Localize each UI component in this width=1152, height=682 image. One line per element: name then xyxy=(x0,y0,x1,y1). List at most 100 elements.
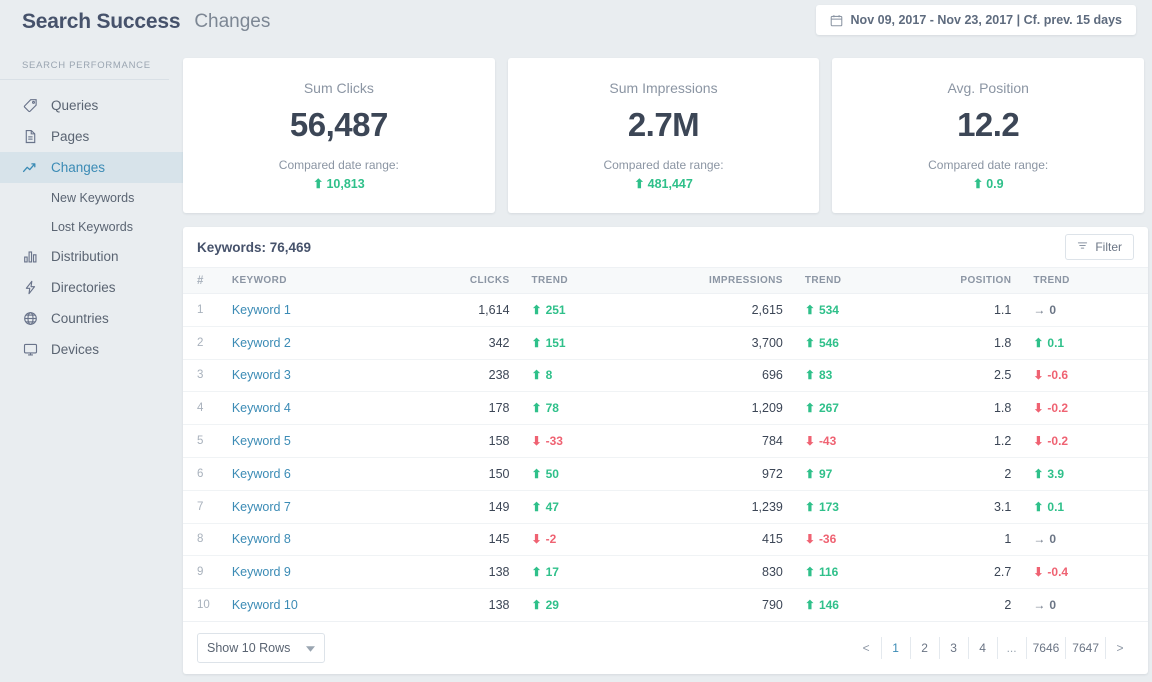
kpi-value: 12.2 xyxy=(957,106,1020,143)
trend-value: 173 xyxy=(818,499,839,514)
keyword-link[interactable]: Keyword 7 xyxy=(232,500,291,514)
rows-per-page-select[interactable]: Show 10 Rows xyxy=(197,632,325,663)
arrow-down-icon: ⬇ xyxy=(1033,565,1044,580)
table-body: 1 Keyword 1 1,614 ⬆ 251 2,615 ⬆ 534 1.1 → 0 2 Keywor… xyxy=(183,293,1148,622)
sidebar-item-queries[interactable]: Queries xyxy=(0,90,183,121)
keyword-link[interactable]: Keyword 8 xyxy=(232,532,291,546)
row-keyword[interactable]: Keyword 2 xyxy=(225,326,430,360)
column-header-position-trend[interactable]: TREND xyxy=(1017,267,1148,294)
row-position: 2 xyxy=(919,457,1018,491)
keyword-link[interactable]: Keyword 9 xyxy=(232,565,291,579)
filter-button[interactable]: Filter xyxy=(1065,234,1134,260)
keyword-link[interactable]: Keyword 4 xyxy=(232,401,291,415)
arrow-up-icon: ⬆ xyxy=(634,177,645,191)
row-keyword[interactable]: Keyword 9 xyxy=(225,555,430,590)
row-keyword[interactable]: Keyword 8 xyxy=(225,523,430,557)
sidebar-item-label: Changes xyxy=(51,160,106,175)
arrow-up-icon: ⬆ xyxy=(1033,466,1044,481)
row-clicks: 145 xyxy=(429,523,516,557)
pagination-next[interactable]: > xyxy=(1105,636,1134,659)
column-header-keyword[interactable]: KEYWORD xyxy=(225,267,430,294)
pagination-page-7646[interactable]: 7646 xyxy=(1025,636,1066,659)
keyword-link[interactable]: Keyword 3 xyxy=(232,368,291,382)
sidebar-item-changes[interactable]: Changes xyxy=(0,152,183,183)
pagination-ellipsis[interactable]: ... xyxy=(996,636,1026,659)
calendar-icon xyxy=(830,14,843,27)
row-impressions-trend: ⬆ 534 xyxy=(788,293,920,327)
table-row[interactable]: 4 Keyword 4 178 ⬆ 78 1,209 ⬆ 267 1.8 ⬇ -0.2 xyxy=(183,391,1148,426)
pagination-page-3[interactable]: 3 xyxy=(938,636,968,659)
sidebar-item-distribution[interactable]: Distribution xyxy=(0,241,183,272)
arrow-flat-icon: → xyxy=(1033,532,1046,547)
row-impressions: 1,209 xyxy=(646,391,789,426)
row-position-trend: ⬇ -0.2 xyxy=(1017,424,1148,458)
sidebar-item-pages[interactable]: Pages xyxy=(0,121,183,152)
keyword-link[interactable]: Keyword 10 xyxy=(232,598,298,612)
row-keyword[interactable]: Keyword 4 xyxy=(225,391,430,426)
row-keyword[interactable]: Keyword 1 xyxy=(225,293,430,327)
pagination-page-2[interactable]: 2 xyxy=(909,636,939,659)
sidebar-item-devices[interactable]: Devices xyxy=(0,334,183,365)
row-keyword[interactable]: Keyword 7 xyxy=(225,490,430,524)
keyword-link[interactable]: Keyword 2 xyxy=(232,336,291,350)
pagination-page-7647[interactable]: 7647 xyxy=(1065,636,1105,659)
trend-value: 78 xyxy=(545,401,559,416)
table-row[interactable]: 8 Keyword 8 145 ⬇ -2 415 ⬇ -36 1 → 0 xyxy=(183,523,1148,557)
sidebar-subitem-lost-keywords[interactable]: Lost Keywords xyxy=(0,212,183,241)
column-header-clicks[interactable]: CLICKS xyxy=(429,267,516,294)
trend-value: -2 xyxy=(545,532,557,547)
table-row[interactable]: 6 Keyword 6 150 ⬆ 50 972 ⬆ 97 2 ⬆ 3.9 xyxy=(183,457,1148,491)
column-header-impressions[interactable]: IMPRESSIONS xyxy=(646,267,789,294)
trend-value: 546 xyxy=(818,335,839,350)
column-header-impressions-trend[interactable]: TREND xyxy=(788,267,920,294)
sidebar-item-directories[interactable]: Directories xyxy=(0,272,183,303)
row-index: 10 xyxy=(183,588,226,622)
table-row[interactable]: 7 Keyword 7 149 ⬆ 47 1,239 ⬆ 173 3.1 ⬆ 0.1 xyxy=(183,490,1148,524)
keyword-link[interactable]: Keyword 5 xyxy=(232,434,291,448)
pagination-prev[interactable]: < xyxy=(852,637,881,659)
filter-icon xyxy=(1077,240,1088,254)
trend-value: -43 xyxy=(818,434,837,449)
pagination-page-1[interactable]: 1 xyxy=(880,636,910,659)
column-header-index[interactable]: # xyxy=(183,267,226,294)
row-impressions: 2,615 xyxy=(646,293,789,327)
arrow-up-icon: ⬆ xyxy=(804,401,815,416)
trend-value: -0.6 xyxy=(1047,368,1069,383)
table-row[interactable]: 5 Keyword 5 158 ⬇ -33 784 ⬇ -43 1.2 ⬇ -0.2 xyxy=(183,424,1148,458)
row-impressions: 696 xyxy=(646,359,789,393)
column-header-clicks-trend[interactable]: TREND xyxy=(515,267,647,294)
date-range-picker[interactable]: Nov 09, 2017 - Nov 23, 2017 | Cf. prev. … xyxy=(815,5,1136,35)
table-row[interactable]: 3 Keyword 3 238 ⬆ 8 696 ⬆ 83 2.5 ⬇ -0.6 xyxy=(183,359,1148,393)
keyword-link[interactable]: Keyword 1 xyxy=(232,303,291,317)
kpi-title: Sum Clicks xyxy=(303,80,374,96)
trend-value: 0 xyxy=(1049,598,1057,613)
table-row[interactable]: 10 Keyword 10 138 ⬆ 29 790 ⬆ 146 2 → 0 xyxy=(183,588,1148,622)
row-impressions: 1,239 xyxy=(646,490,789,524)
arrow-up-icon: ⬆ xyxy=(531,368,542,383)
row-keyword[interactable]: Keyword 5 xyxy=(225,424,430,458)
pagination-page-4[interactable]: 4 xyxy=(967,636,997,659)
sidebar-item-countries[interactable]: Countries xyxy=(0,303,183,334)
row-clicks: 1,614 xyxy=(429,293,516,327)
row-clicks: 150 xyxy=(429,457,516,491)
column-header-position[interactable]: POSITION xyxy=(919,267,1018,294)
row-keyword[interactable]: Keyword 6 xyxy=(225,457,430,491)
table-row[interactable]: 9 Keyword 9 138 ⬆ 17 830 ⬆ 116 2.7 ⬇ -0.4 xyxy=(183,555,1148,590)
trend-value: 47 xyxy=(545,499,559,514)
row-index: 1 xyxy=(183,293,226,327)
row-clicks: 138 xyxy=(429,555,516,590)
arrow-up-icon: ⬆ xyxy=(531,335,542,350)
row-keyword[interactable]: Keyword 3 xyxy=(225,359,430,393)
row-position: 1.8 xyxy=(919,391,1018,426)
table-row[interactable]: 2 Keyword 2 342 ⬆ 151 3,700 ⬆ 546 1.8 ⬆ 0.1 xyxy=(183,326,1148,360)
sidebar-subitem-new-keywords[interactable]: New Keywords xyxy=(0,183,183,212)
keyword-link[interactable]: Keyword 6 xyxy=(232,467,291,481)
kpi-delta-value: 481,447 xyxy=(647,176,693,191)
kpi-delta-value: 10,813 xyxy=(326,176,365,191)
row-index: 4 xyxy=(183,391,226,426)
trend-value: 267 xyxy=(818,401,839,416)
table-row[interactable]: 1 Keyword 1 1,614 ⬆ 251 2,615 ⬆ 534 1.1 → 0 xyxy=(183,293,1148,327)
row-position-trend: → 0 xyxy=(1017,523,1148,557)
arrow-up-icon: ⬆ xyxy=(804,302,815,317)
row-keyword[interactable]: Keyword 10 xyxy=(225,588,430,622)
